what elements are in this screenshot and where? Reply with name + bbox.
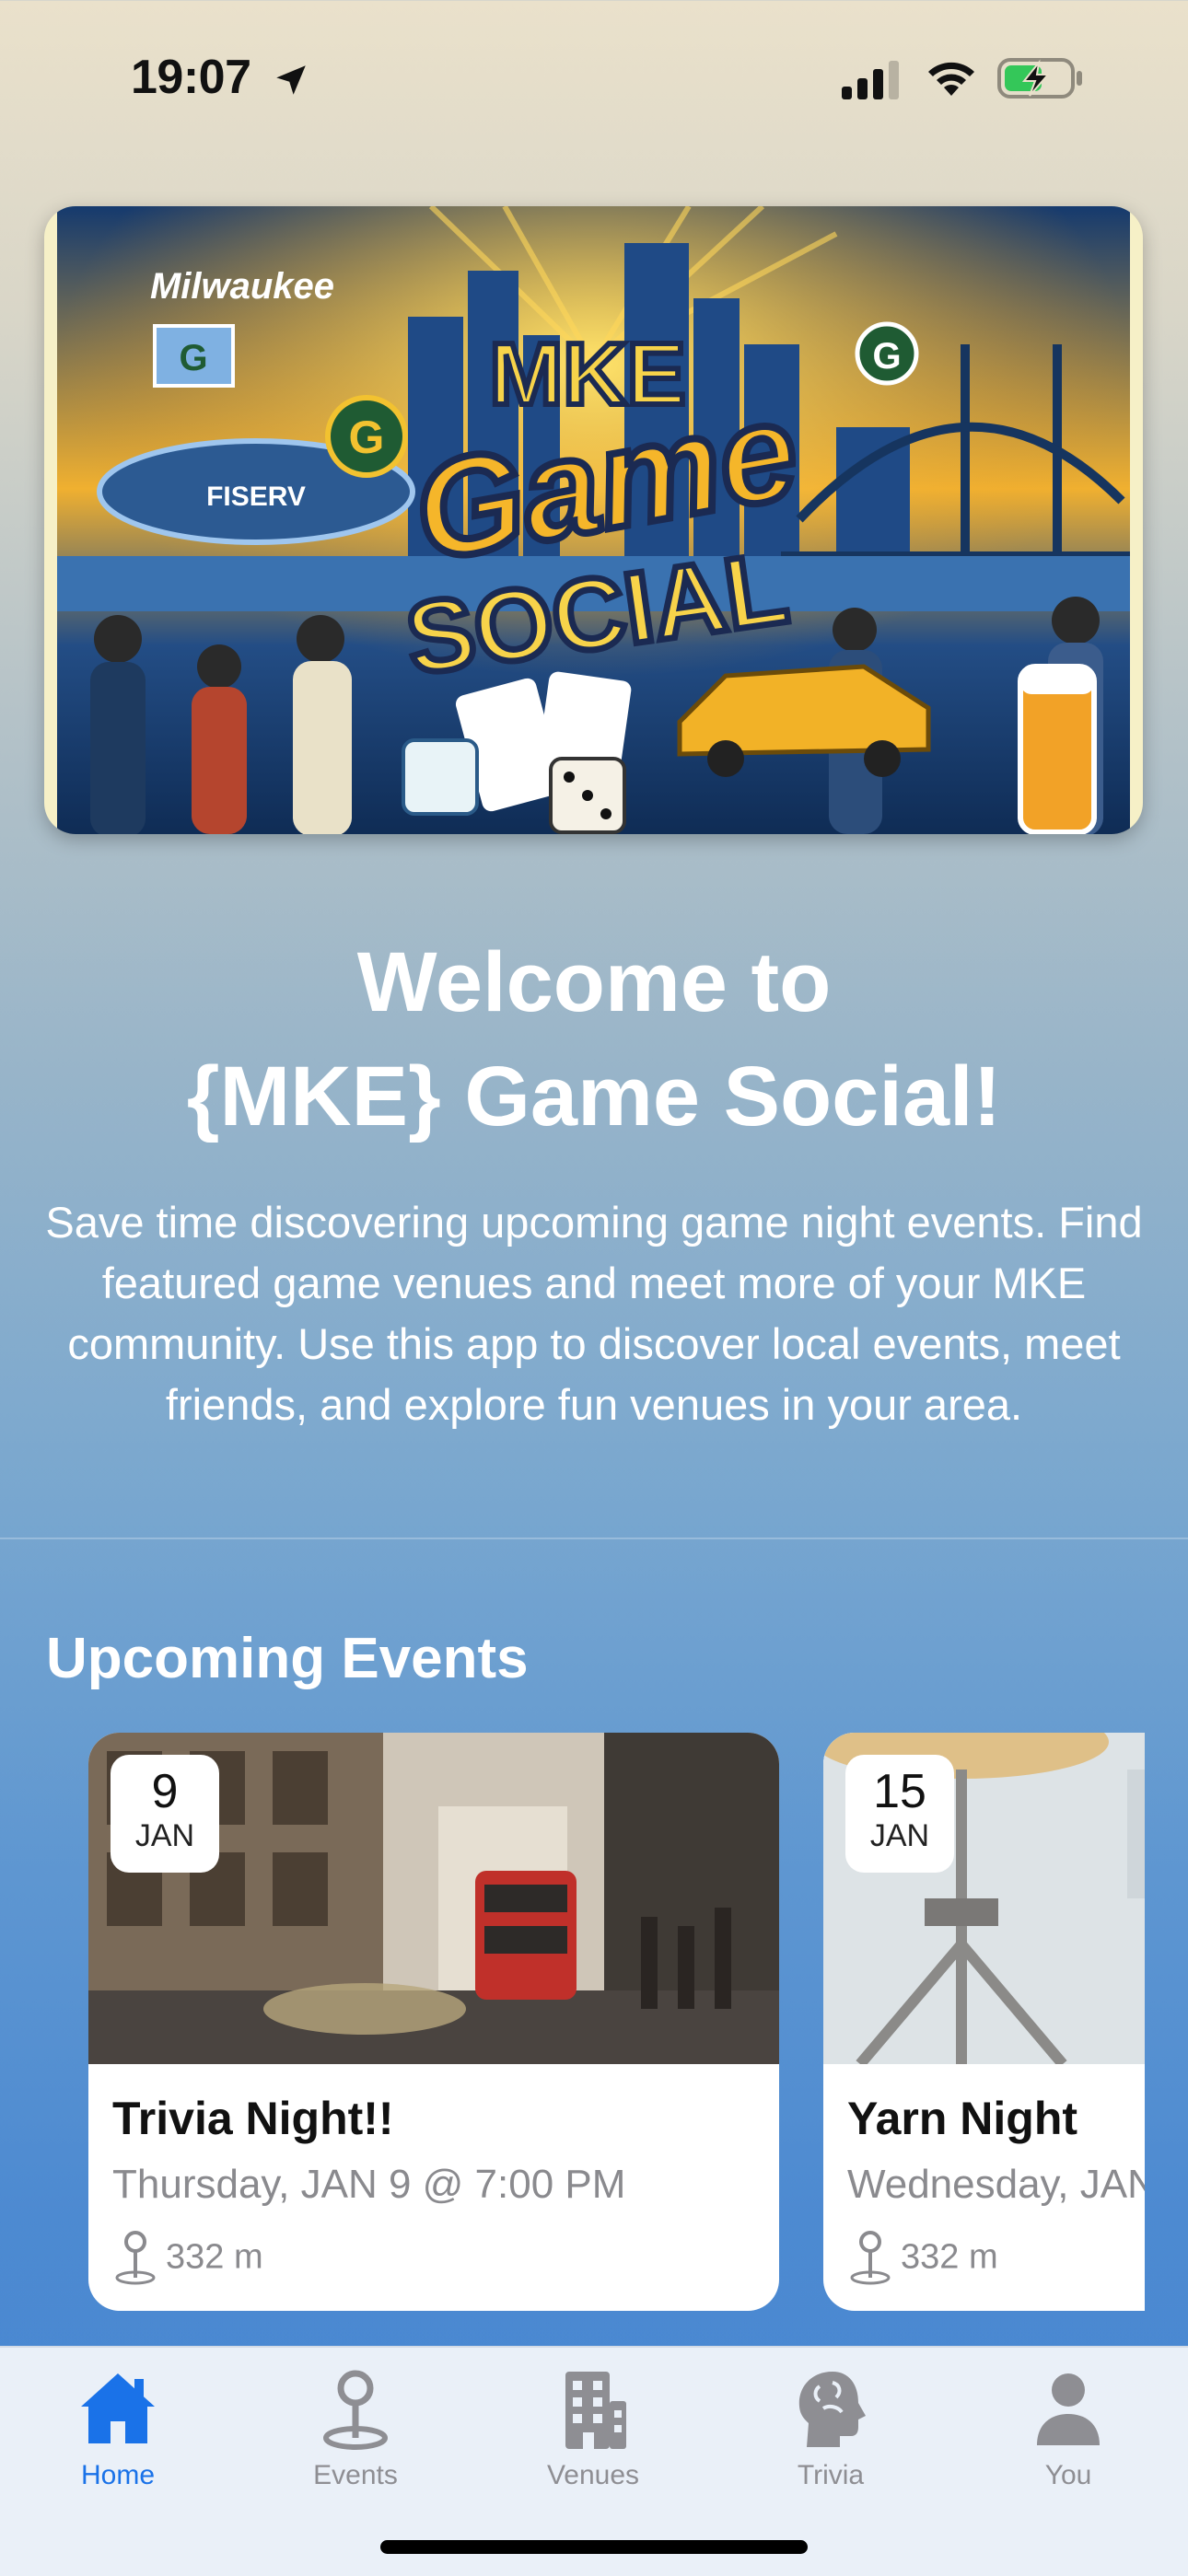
event-day: 9 — [151, 1765, 179, 1818]
building-icon — [565, 2372, 626, 2449]
event-date-badge: 15 JAN — [845, 1755, 954, 1873]
upcoming-events-heading: Upcoming Events — [46, 1627, 529, 1690]
section-divider — [0, 1537, 1188, 1539]
tab-label: Home — [80, 2460, 156, 2490]
home-indicator[interactable] — [380, 2540, 808, 2554]
event-day: 15 — [873, 1765, 926, 1818]
tab-you[interactable]: You — [976, 2364, 1160, 2502]
svg-text:G: G — [872, 336, 901, 377]
house-icon — [81, 2373, 155, 2443]
event-card[interactable]: 9 JAN Trivia Night!! Thursday, JAN 9 @ 7… — [88, 1733, 779, 2311]
event-card[interactable]: 15 JAN Yarn Night Wednesday, JAN 15 @ 7:… — [823, 1733, 1145, 2311]
event-month: JAN — [134, 1818, 195, 1853]
tab-label: Venues — [546, 2460, 640, 2490]
tab-trivia[interactable]: Trivia — [739, 2364, 923, 2502]
tab-events[interactable]: Events — [263, 2364, 448, 2502]
tab-label: You — [1044, 2460, 1092, 2490]
status-time: 19:07 — [131, 51, 251, 104]
svg-text:Milwaukee: Milwaukee — [150, 266, 334, 307]
event-distance-value: 332 m — [901, 2237, 998, 2277]
welcome-description: Save time discovering upcoming game nigh… — [45, 1198, 1143, 1429]
events-carousel[interactable]: 9 JAN Trivia Night!! Thursday, JAN 9 @ 7… — [44, 1733, 1145, 2313]
tab-home[interactable]: Home — [26, 2364, 210, 2502]
event-title: Yarn Night — [847, 2093, 1078, 2144]
event-datetime: Wednesday, JAN 15 @ 7:00 PM — [847, 2162, 1145, 2207]
svg-text:G: G — [349, 412, 385, 463]
location-arrow-icon — [276, 65, 306, 95]
event-distance-value: 332 m — [166, 2237, 263, 2277]
event-month: JAN — [869, 1818, 930, 1853]
event-date-badge: 9 JAN — [111, 1755, 219, 1873]
map-pin-icon — [850, 2231, 891, 2285]
event-image: 9 JAN — [88, 1733, 779, 2064]
svg-text:FISERV: FISERV — [206, 482, 306, 512]
event-datetime: Thursday, JAN 9 @ 7:00 PM — [112, 2162, 626, 2207]
tab-label: Events — [313, 2460, 398, 2490]
event-image: 15 JAN — [823, 1733, 1145, 2064]
wifi-icon — [928, 62, 974, 96]
map-pin-icon — [115, 2231, 156, 2285]
tab-venues[interactable]: Venues — [501, 2364, 685, 2502]
status-bar: 19:07 — [0, 0, 1188, 157]
welcome-title: Welcome to {MKE} Game Social! — [186, 935, 1002, 1143]
battery-charging-icon — [997, 58, 1082, 99]
person-icon — [1037, 2373, 1100, 2445]
map-pin-icon — [323, 2370, 388, 2450]
svg-text:G: G — [179, 338, 207, 378]
event-distance: 332 m — [112, 2230, 263, 2285]
event-title: Trivia Night!! — [112, 2093, 394, 2144]
brain-head-icon — [798, 2372, 866, 2447]
cellular-signal-icon — [842, 61, 899, 99]
tab-label: Trivia — [797, 2460, 865, 2490]
hero-banner-image: FISERV G G G Milwaukee MKE Game SOCIAL — [44, 206, 1143, 834]
event-distance: 332 m — [847, 2230, 998, 2285]
